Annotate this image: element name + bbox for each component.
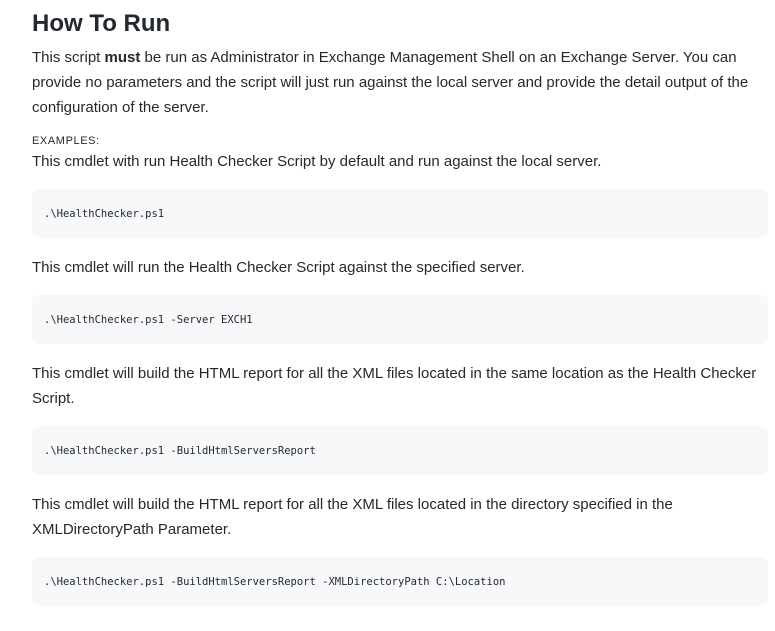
intro-text-start: This script [32,49,105,66]
code-block[interactable]: .\HealthChecker.ps1 -BuildHtmlServersRep… [32,557,768,606]
intro-paragraph: This script must be run as Administrator… [32,45,768,120]
code-text: .\HealthChecker.ps1 [44,207,165,220]
code-text: .\HealthChecker.ps1 -BuildHtmlServersRep… [44,575,506,588]
code-block[interactable]: .\HealthChecker.ps1 [32,189,768,238]
example-description: This cmdlet with run Health Checker Scri… [32,153,602,170]
section-heading: How To Run [32,10,171,37]
code-block[interactable]: .\HealthChecker.ps1 -Server EXCH1 [32,295,768,344]
intro-emphasis: must [104,49,141,66]
example-description: This cmdlet will build the HTML report f… [32,365,757,407]
example-description: This cmdlet will run the Health Checker … [32,259,525,276]
readme-content: How To Run This script must be run as Ad… [32,0,768,606]
code-block[interactable]: .\HealthChecker.ps1 -BuildHtmlServersRep… [32,426,768,475]
code-text: .\HealthChecker.ps1 -BuildHtmlServersRep… [44,444,316,457]
example-description: This cmdlet will build the HTML report f… [32,496,673,538]
intro-text-end: be run as Administrator in Exchange Mana… [32,49,749,116]
examples-label: EXAMPLES: [32,135,100,147]
code-text: .\HealthChecker.ps1 -Server EXCH1 [44,313,253,326]
